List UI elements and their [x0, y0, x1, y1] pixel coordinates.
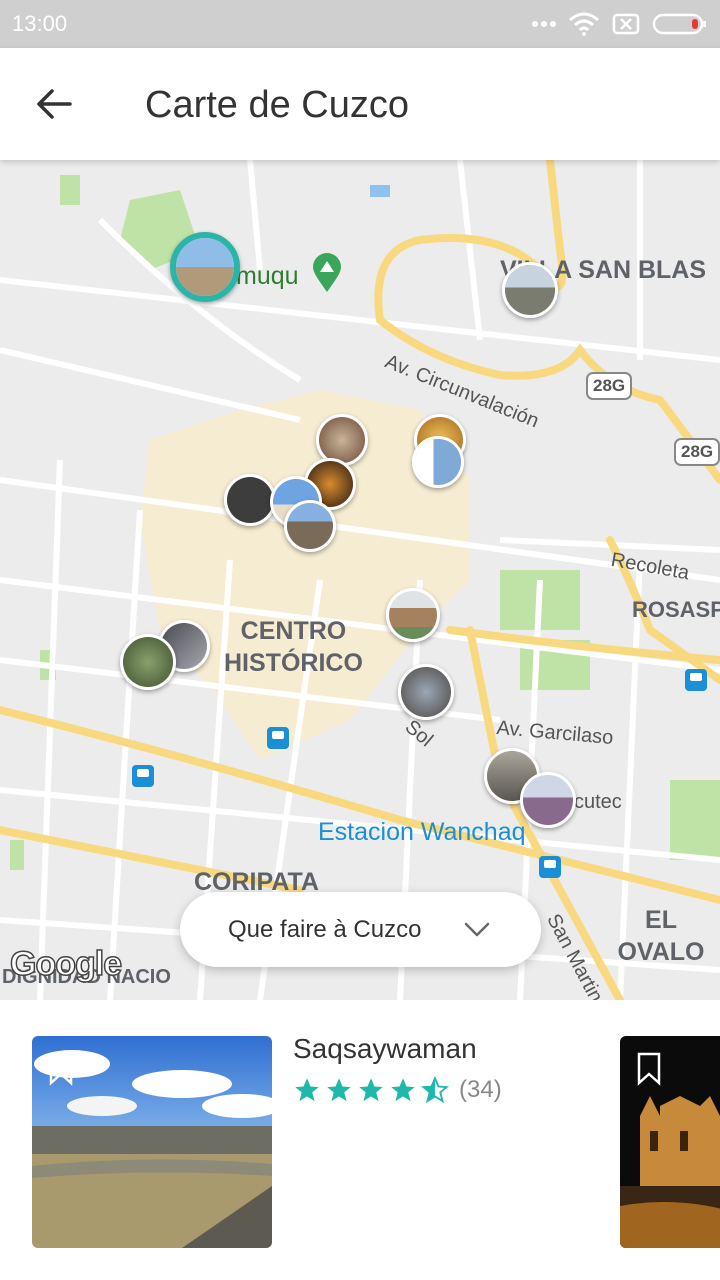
- bus-stop-icon: [685, 669, 707, 691]
- status-time: 13:00: [12, 11, 68, 36]
- map-pin[interactable]: [224, 474, 276, 526]
- category-selector-label: Que faire à Cuzco: [228, 916, 422, 943]
- place-card-photo[interactable]: [32, 1036, 272, 1248]
- star-icon: [359, 1078, 383, 1102]
- map-view[interactable]: muqu VILLA SAN BLAS Av. Circunvalación 2…: [0, 160, 720, 1000]
- rating: (34): [293, 1076, 502, 1104]
- map-label-rosaspata: ROSASPA: [632, 597, 720, 622]
- star-icon: [327, 1078, 351, 1102]
- map-pin[interactable]: [386, 588, 440, 642]
- map-pin[interactable]: [398, 664, 454, 720]
- back-button[interactable]: [26, 76, 82, 132]
- map-label-centro-historico: CENTRO HISTÓRICO: [224, 617, 363, 677]
- chevron-down-icon: [464, 922, 490, 937]
- status-icons: [532, 10, 708, 38]
- google-attribution: Google: [9, 944, 123, 984]
- more-dots-icon: [532, 21, 556, 27]
- map-pin[interactable]: [412, 436, 464, 488]
- map-pin-san-blas[interactable]: [502, 262, 558, 318]
- map-pin-saqsaywaman[interactable]: [170, 232, 240, 302]
- map-pin[interactable]: [520, 772, 576, 828]
- app-bar: Carte de Cuzco: [0, 48, 720, 160]
- map-label-estacion-wanchaq: Estacion Wanchaq: [318, 818, 526, 846]
- star-icon: [295, 1078, 319, 1102]
- bus-stop-icon: [267, 727, 289, 749]
- map-pin[interactable]: [120, 634, 176, 690]
- star-half-icon: [421, 1076, 449, 1104]
- next-place-card-photo[interactable]: [620, 1036, 720, 1248]
- bus-stop-icon: [132, 765, 154, 787]
- status-bar: 13:00: [0, 0, 720, 48]
- map-label-cutec: cutec: [574, 791, 622, 813]
- cathedral-night-photo: [620, 1036, 720, 1248]
- arrow-back-icon: [37, 89, 72, 119]
- bus-stop-icon: [539, 856, 561, 878]
- route-shield-28g-east: 28G: [674, 438, 720, 466]
- bookmark-icon[interactable]: [636, 1052, 662, 1086]
- review-count: (34): [459, 1076, 502, 1103]
- battery-icon: [652, 13, 706, 35]
- place-card-carousel[interactable]: Saqsaywaman (34): [0, 1000, 720, 1280]
- category-selector[interactable]: Que faire à Cuzco: [180, 892, 541, 967]
- route-shield-28g: 28G: [586, 372, 633, 400]
- map-label-muqu: muqu: [236, 262, 299, 290]
- page-title: Carte de Cuzco: [145, 84, 410, 126]
- star-icon: [391, 1078, 415, 1102]
- bookmark-icon[interactable]: [48, 1052, 74, 1086]
- map-base: [0, 160, 720, 1000]
- wifi-icon: [569, 12, 599, 36]
- map-pin[interactable]: [284, 500, 336, 552]
- park-pin-icon: [313, 253, 341, 292]
- map-label-el-ovalo: EL OVALO: [617, 906, 705, 966]
- place-card-title[interactable]: Saqsaywaman: [293, 1033, 477, 1065]
- sim-off-icon: [612, 13, 640, 35]
